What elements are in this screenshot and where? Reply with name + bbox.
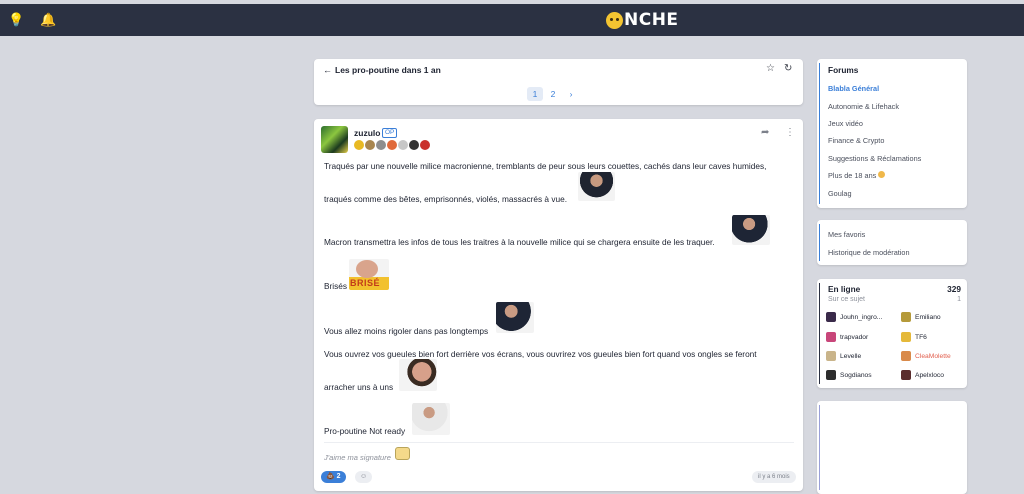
signature-divider bbox=[324, 442, 794, 443]
forum-link-jeux[interactable]: Jeux vidéo bbox=[828, 119, 863, 128]
topic-header: ← Les pro-poutine dans 1 an ☆ ↻ 1 2 › bbox=[314, 59, 803, 105]
reaction-count: 2 bbox=[336, 473, 341, 480]
subject-label: Sur ce sujet bbox=[828, 296, 865, 303]
online-user[interactable]: Emiliano bbox=[901, 312, 941, 322]
post-line: Vous ouvrez vos gueules bien fort derriè… bbox=[324, 349, 757, 359]
online-title: En ligne bbox=[828, 284, 861, 294]
sticker-brise-image: BRISÉ bbox=[349, 259, 389, 290]
user-name: TF6 bbox=[915, 333, 927, 341]
badge-icon bbox=[376, 140, 386, 150]
share-icon[interactable]: ➦ bbox=[761, 127, 769, 138]
topic-title: Les pro-poutine dans 1 an bbox=[335, 65, 441, 75]
user-name: Sogdianos bbox=[840, 371, 872, 379]
empty-panel bbox=[817, 401, 967, 494]
signature-sticker-icon bbox=[395, 447, 410, 460]
top-bar: 💡 🔔 NCHE bbox=[0, 4, 1024, 36]
badge-icon bbox=[354, 140, 364, 150]
online-user[interactable]: Apelxloco bbox=[901, 370, 944, 380]
forum-link-18[interactable]: Plus de 18 ans bbox=[828, 171, 886, 180]
pagination: 1 2 › bbox=[527, 87, 579, 101]
user-avatar bbox=[901, 332, 911, 342]
forum-link-suggestions[interactable]: Suggestions & Réclamations bbox=[828, 154, 921, 163]
post-line: Brisés bbox=[324, 281, 348, 291]
page-2-button[interactable]: 2 bbox=[545, 87, 561, 101]
add-reaction-button[interactable]: ☺ bbox=[355, 471, 373, 483]
forums-panel: Forums Blabla Général Autonomie & Lifeha… bbox=[817, 59, 967, 208]
online-user[interactable]: CleaMolette bbox=[901, 351, 951, 361]
sticker-caption: BRISÉ bbox=[350, 278, 381, 288]
reaction-button[interactable]: 💩 2 bbox=[321, 471, 346, 483]
post-line: traqués comme des bêtes, emprisonnés, vi… bbox=[324, 194, 568, 204]
post-card: zuzulo OP ➦ ⋮ Traqués par une nouvelle m… bbox=[314, 119, 803, 491]
peach-icon bbox=[878, 171, 886, 178]
forum-link-goulag[interactable]: Goulag bbox=[828, 189, 852, 198]
more-options-icon[interactable]: ⋮ bbox=[785, 127, 795, 138]
refresh-icon[interactable]: ↻ bbox=[784, 63, 792, 74]
post-line: arracher uns à uns bbox=[324, 382, 394, 392]
moderation-history-link[interactable]: Historique de modération bbox=[828, 248, 910, 257]
badge-icon bbox=[387, 140, 397, 150]
author-avatar[interactable] bbox=[321, 126, 348, 153]
site-logo[interactable]: NCHE bbox=[606, 10, 679, 30]
user-name: trapvador bbox=[840, 333, 869, 341]
panel-accent bbox=[819, 224, 820, 261]
sticker-image bbox=[578, 172, 615, 201]
back-arrow-icon[interactable]: ← bbox=[323, 65, 332, 75]
forum-link-finance[interactable]: Finance & Crypto bbox=[828, 136, 884, 145]
lightbulb-icon[interactable]: 💡 bbox=[8, 12, 24, 28]
user-avatar bbox=[901, 351, 911, 361]
signature-text: J'aime ma signature bbox=[324, 453, 391, 462]
favorites-link[interactable]: Mes favoris bbox=[828, 230, 865, 239]
author-badges bbox=[354, 140, 430, 150]
forum-link-blabla[interactable]: Blabla Général bbox=[828, 84, 879, 93]
panel-accent bbox=[819, 405, 820, 490]
user-name: CleaMolette bbox=[915, 352, 951, 360]
badge-icon bbox=[409, 140, 419, 150]
badge-icon bbox=[398, 140, 408, 150]
op-badge: OP bbox=[382, 128, 398, 138]
user-avatar bbox=[901, 312, 911, 322]
user-name: Levelle bbox=[840, 352, 862, 360]
post-line: Macron transmettra les infos de tous les… bbox=[324, 237, 715, 247]
user-avatar bbox=[826, 332, 836, 342]
panel-accent bbox=[819, 63, 820, 204]
online-user[interactable]: Levelle bbox=[826, 351, 861, 361]
sticker-image bbox=[732, 215, 770, 245]
sticker-image bbox=[496, 302, 534, 333]
user-name: Apelxloco bbox=[915, 371, 944, 379]
subject-count: 1 bbox=[957, 296, 961, 303]
user-avatar bbox=[826, 351, 836, 361]
post-line: Traqués par une nouvelle milice macronie… bbox=[324, 161, 767, 171]
online-user[interactable]: TF6 bbox=[901, 332, 927, 342]
user-name: Jouhn_ingro... bbox=[840, 313, 883, 321]
sticker-image bbox=[399, 359, 437, 391]
online-panel: En ligne 329 Sur ce sujet 1 Jouhn_ingro.… bbox=[817, 279, 967, 388]
user-avatar bbox=[901, 370, 911, 380]
user-name: Emiliano bbox=[915, 313, 941, 321]
post-line: Vous allez moins rigoler dans pas longte… bbox=[324, 326, 489, 336]
user-avatar bbox=[826, 370, 836, 380]
user-avatar bbox=[826, 312, 836, 322]
star-icon[interactable]: ☆ bbox=[766, 63, 775, 74]
online-count: 329 bbox=[947, 284, 961, 294]
next-page-button[interactable]: › bbox=[563, 87, 579, 101]
links-panel: Mes favoris Historique de modération bbox=[817, 220, 967, 265]
sticker-image bbox=[412, 403, 450, 435]
logo-smiley-icon bbox=[606, 11, 623, 29]
page-1-button[interactable]: 1 bbox=[527, 87, 543, 101]
author-name[interactable]: zuzulo bbox=[354, 128, 380, 138]
badge-icon bbox=[420, 140, 430, 150]
post-timestamp: il y a 6 mois bbox=[752, 471, 796, 483]
forum-link-18-label: Plus de 18 ans bbox=[828, 171, 877, 180]
panel-accent bbox=[819, 283, 820, 384]
post-line: Pro-poutine Not ready bbox=[324, 426, 406, 436]
online-user[interactable]: trapvador bbox=[826, 332, 868, 342]
logo-text: NCHE bbox=[624, 10, 679, 30]
online-user[interactable]: Sogdianos bbox=[826, 370, 872, 380]
badge-icon bbox=[365, 140, 375, 150]
forum-link-autonomie[interactable]: Autonomie & Lifehack bbox=[828, 102, 899, 111]
bell-icon[interactable]: 🔔 bbox=[40, 12, 56, 28]
online-user[interactable]: Jouhn_ingro... bbox=[826, 312, 882, 322]
forums-title: Forums bbox=[828, 65, 859, 75]
